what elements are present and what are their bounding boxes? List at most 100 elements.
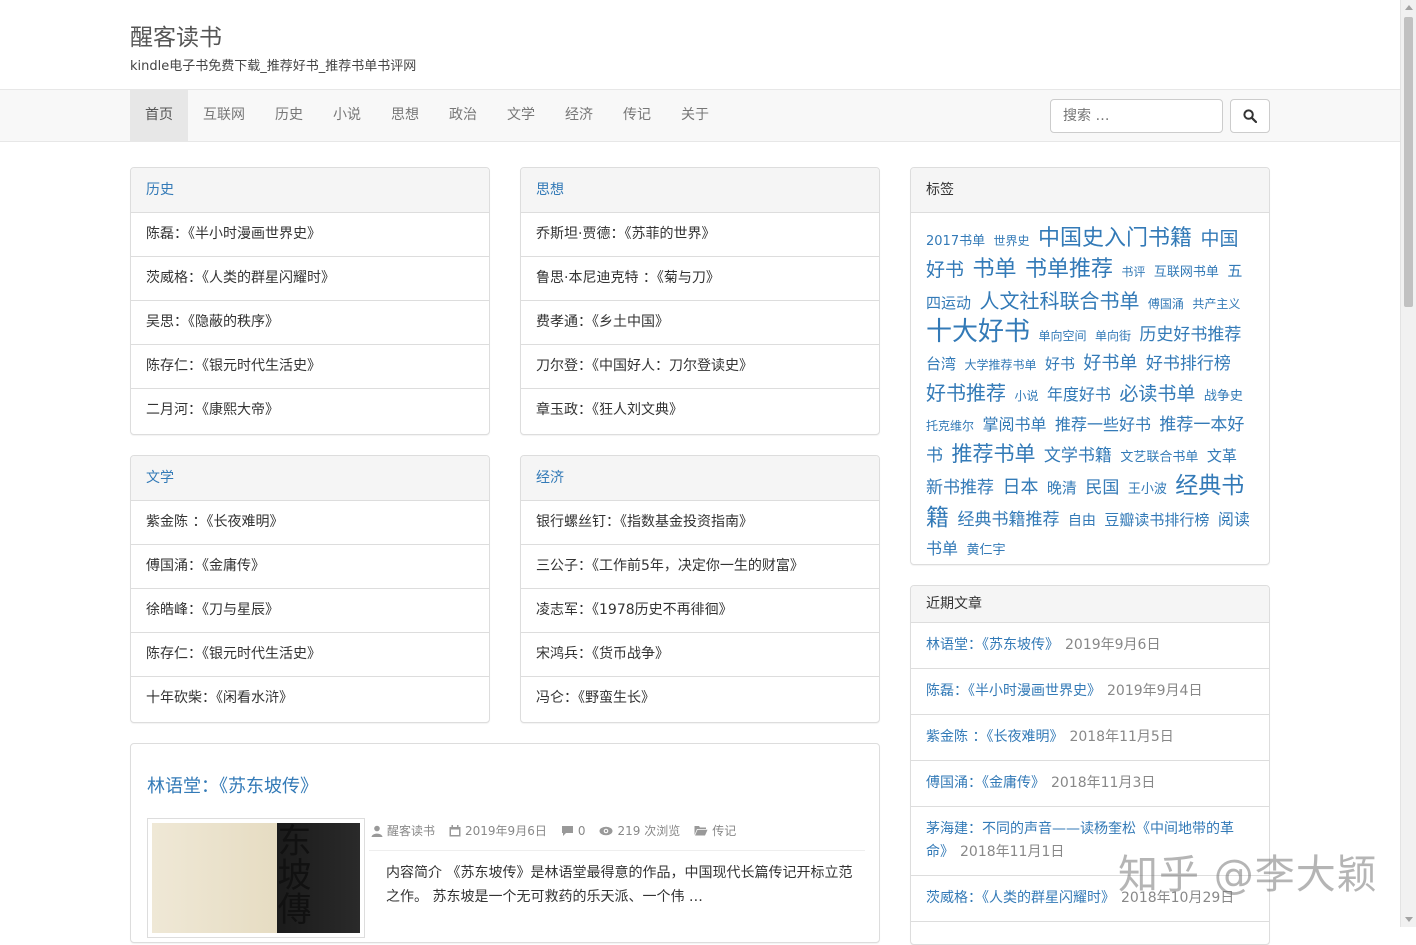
list-item[interactable]: 傅国涌：《金庸传》 <box>131 545 489 589</box>
tag-link[interactable]: 书评 <box>1121 265 1145 279</box>
post-category[interactable]: 传记 <box>712 822 736 839</box>
tag-link[interactable]: 经典书籍推荐 <box>957 510 1059 530</box>
list-item[interactable]: 乔斯坦·贾德：《苏菲的世界》 <box>521 213 879 257</box>
list-item[interactable]: 刀尔登：《中国好人：刀尔登读史》 <box>521 345 879 389</box>
tag-link[interactable]: 掌阅书单 <box>982 415 1046 434</box>
tag-link[interactable]: 日本 <box>1002 477 1038 498</box>
tag-link[interactable]: 傅国涌 <box>1148 297 1184 311</box>
tag-link[interactable]: 必读书单 <box>1119 383 1195 405</box>
tag-link[interactable]: 年度好书 <box>1047 385 1111 404</box>
list-item[interactable]: 陈存仁：《银元时代生活史》 <box>131 633 489 677</box>
tag-link[interactable]: 中国史入门书籍 <box>1038 226 1192 251</box>
list-item[interactable]: 鲁思·本尼迪克特 ：《菊与刀》 <box>521 257 879 301</box>
scroll-down-arrow-icon[interactable] <box>1405 917 1413 922</box>
tag-link[interactable]: 推荐书单 <box>951 442 1035 466</box>
tag-link[interactable]: 2017书单 <box>926 234 985 249</box>
panel-title-history[interactable]: 历史 <box>146 182 174 198</box>
recent-post-link[interactable]: 陈磊：《半小时漫画世界史》 <box>926 683 1101 699</box>
list-item[interactable]: 宋鸿兵：《货币战争》 <box>521 633 879 677</box>
nav-item-internet[interactable]: 互联网 <box>188 90 260 141</box>
list-item[interactable]: 紫金陈 ：《长夜难明》 <box>131 501 489 545</box>
site-title[interactable]: 醒客读书 <box>130 18 222 52</box>
tag-link[interactable]: 单向街 <box>1095 329 1131 343</box>
panel-title-thought[interactable]: 思想 <box>536 182 564 198</box>
tag-link[interactable]: 台湾 <box>926 355 956 373</box>
list-item[interactable]: 徐皓峰：《刀与星辰》 <box>131 589 489 633</box>
page-scrollbar[interactable] <box>1400 0 1416 927</box>
list-item[interactable]: 银行螺丝钉：《指数基金投资指南》 <box>521 501 879 545</box>
nav-item-politics[interactable]: 政治 <box>434 90 492 141</box>
tag-link[interactable]: 单向空间 <box>1038 329 1086 343</box>
panel-title-literature[interactable]: 文学 <box>146 470 174 486</box>
list-item[interactable]: 陈存仁：《银元时代生活史》 <box>131 345 489 389</box>
recent-post-link[interactable]: 紫金陈 ：《长夜难明》 <box>926 729 1063 745</box>
tag-link[interactable]: 王小波 <box>1128 482 1167 497</box>
tag-link[interactable]: 好书 <box>1045 355 1075 373</box>
tag-link[interactable]: 共产主义 <box>1192 297 1240 311</box>
scroll-up-arrow-icon[interactable] <box>1405 5 1413 10</box>
panel-title-economy[interactable]: 经济 <box>536 470 564 486</box>
list-item[interactable]: 章玉政：《狂人刘文典》 <box>521 389 879 433</box>
tag-link[interactable]: 豆瓣读书排行榜 <box>1104 511 1209 529</box>
panel-heading: 历史 <box>131 168 489 213</box>
tag-link[interactable]: 好书推荐 <box>926 381 1006 405</box>
list-item[interactable]: 十年砍柴：《闲看水浒》 <box>131 677 489 721</box>
tag-link[interactable]: 战争史 <box>1204 389 1243 404</box>
list-item[interactable]: 陈磊：《半小时漫画世界史》 <box>131 213 489 257</box>
tag-link[interactable]: 新书推荐 <box>926 478 994 498</box>
view-count: 219 次浏览 <box>617 824 681 838</box>
post-title[interactable]: 林语堂：《苏东坡传》 <box>147 772 318 798</box>
tag-link[interactable]: 历史好书推荐 <box>1139 325 1241 345</box>
tag-link[interactable]: 晚清 <box>1047 479 1077 497</box>
tag-link[interactable]: 好书排行榜 <box>1146 354 1231 374</box>
tag-link[interactable]: 黄仁宇 <box>966 543 1005 558</box>
panel-heading: 文学 <box>131 456 489 501</box>
widget-tags: 标签 2017书单 世界史 中国史入门书籍 中国好书 书单 书单推荐 书评 互联… <box>910 167 1270 565</box>
post-thumbnail[interactable]: 东坡傳 <box>147 818 365 938</box>
post-author[interactable]: 醒客读书 <box>387 822 435 839</box>
tag-link[interactable]: 世界史 <box>994 234 1030 248</box>
recent-post-link[interactable]: 傅国涌：《金庸传》 <box>926 775 1045 791</box>
tag-link[interactable]: 人文社科联合书单 <box>979 289 1139 313</box>
tag-link[interactable]: 推荐一些好书 <box>1055 415 1151 434</box>
scrollbar-thumb[interactable] <box>1404 17 1413 307</box>
tag-link[interactable]: 书单 <box>972 257 1016 282</box>
search-icon <box>1243 109 1257 123</box>
nav-item-about[interactable]: 关于 <box>666 90 724 141</box>
tag-link[interactable]: 文革 <box>1207 447 1237 465</box>
list-item[interactable]: 茨威格：《人类的群星闪耀时》 <box>131 257 489 301</box>
tag-link[interactable]: 文艺联合书单 <box>1120 450 1198 465</box>
nav-item-literature[interactable]: 文学 <box>492 90 550 141</box>
tag-link[interactable]: 互联网书单 <box>1154 265 1219 280</box>
nav-item-thought[interactable]: 思想 <box>376 90 434 141</box>
recent-post-link[interactable]: 茨威格：《人类的群星闪耀时》 <box>926 890 1115 906</box>
tag-link[interactable]: 十大好书 <box>926 317 1030 347</box>
tag-link[interactable]: 书单推荐 <box>1025 257 1113 282</box>
list-item[interactable]: 冯仑：《野蛮生长》 <box>521 677 879 721</box>
nav-item-history[interactable]: 历史 <box>260 90 318 141</box>
comment-count[interactable]: 0 <box>578 824 586 838</box>
tag-link[interactable]: 民国 <box>1085 478 1119 498</box>
list-item[interactable]: 费孝通：《乡土中国》 <box>521 301 879 345</box>
tag-link[interactable]: 好书单 <box>1083 353 1137 374</box>
book-cover-image: 东坡傳 <box>152 823 360 933</box>
list-item[interactable]: 三公子：《工作前5年，决定你一生的财富》 <box>521 545 879 589</box>
nav-item-home[interactable]: 首页 <box>130 90 188 141</box>
list-item[interactable]: 凌志军：《1978历史不再徘徊》 <box>521 589 879 633</box>
nav-item-economy[interactable]: 经济 <box>550 90 608 141</box>
tag-link[interactable]: 文学书籍 <box>1044 446 1112 466</box>
recent-post-item: 紫金陈 ：《长夜难明》 2018年11月5日 <box>911 715 1269 761</box>
nav-item-fiction[interactable]: 小说 <box>318 90 376 141</box>
tag-link[interactable]: 小说 <box>1014 389 1038 403</box>
recent-post-date: 2019年9月4日 <box>1107 683 1203 699</box>
search-button[interactable] <box>1230 99 1270 133</box>
tag-link[interactable]: 托克维尔 <box>926 419 974 433</box>
list-item[interactable]: 吴思：《隐蔽的秩序》 <box>131 301 489 345</box>
tag-link[interactable]: 大学推荐书单 <box>964 358 1036 372</box>
nav-item-biography[interactable]: 传记 <box>608 90 666 141</box>
recent-post-link[interactable]: 林语堂：《苏东坡传》 <box>926 637 1059 653</box>
tag-link[interactable]: 自由 <box>1068 513 1096 529</box>
recent-post-date: 2018年11月3日 <box>1051 775 1156 791</box>
list-item[interactable]: 二月河：《康熙大帝》 <box>131 389 489 433</box>
search-input[interactable] <box>1050 99 1223 133</box>
